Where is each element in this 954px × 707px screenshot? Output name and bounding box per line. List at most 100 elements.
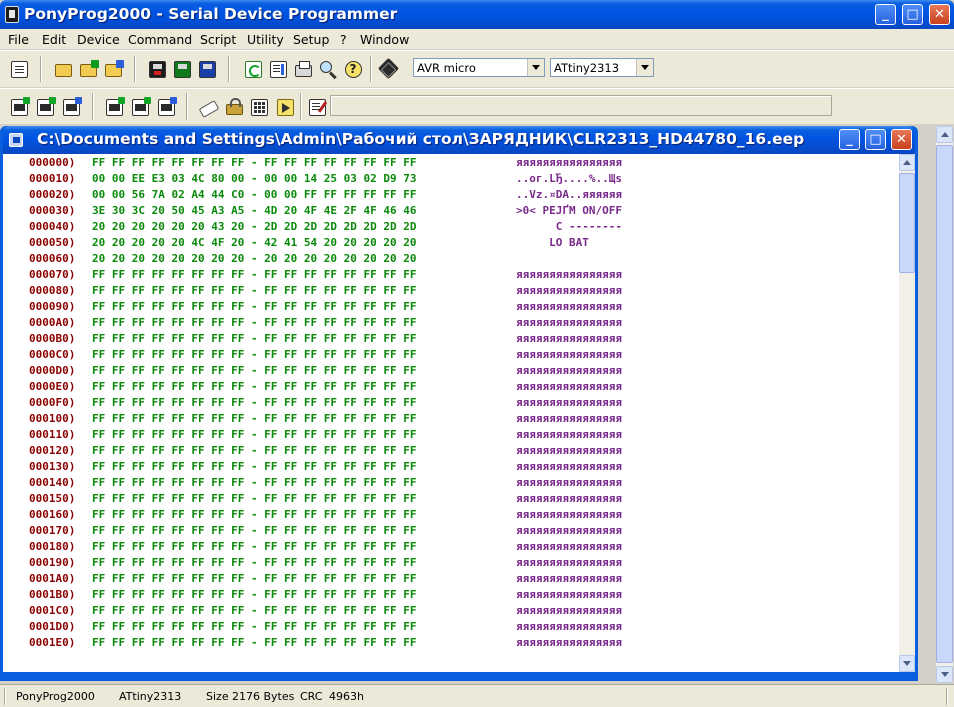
save-data-file-button[interactable] — [196, 58, 218, 80]
scroll-down-button[interactable] — [899, 655, 915, 672]
hex-row-bytes[interactable]: FF FF FF FF FF FF FF FF - FF FF FF FF FF… — [92, 492, 417, 505]
close-button[interactable]: ✕ — [929, 4, 950, 25]
hex-row-bytes[interactable]: FF FF FF FF FF FF FF FF - FF FF FF FF FF… — [92, 332, 417, 345]
read-data-button[interactable] — [60, 96, 82, 118]
hex-row-ascii[interactable]: яяяяяяяяяяяяяяяя — [516, 300, 622, 313]
hex-row-ascii[interactable]: яяяяяяяяяяяяяяяя — [516, 492, 622, 505]
hex-row-bytes[interactable]: FF FF FF FF FF FF FF FF - FF FF FF FF FF… — [92, 348, 417, 361]
hex-row-ascii[interactable]: ..ог.LЂ....%..Щs — [516, 172, 622, 185]
device-family-select[interactable]: AVR micro — [413, 58, 545, 77]
hex-row-bytes[interactable]: FF FF FF FF FF FF FF FF - FF FF FF FF FF… — [92, 524, 417, 537]
workspace-scroll-up-button[interactable] — [936, 126, 953, 143]
main-title-bar[interactable]: PonyProg2000 - Serial Device Programmer … — [0, 0, 954, 29]
hex-row-ascii[interactable]: яяяяяяяяяяяяяяяя — [516, 636, 622, 649]
hex-row-bytes[interactable]: FF FF FF FF FF FF FF FF - FF FF FF FF FF… — [92, 508, 417, 521]
document-close-button[interactable]: ✕ — [891, 129, 912, 150]
scroll-up-button[interactable] — [899, 154, 915, 171]
hex-row-ascii[interactable]: яяяяяяяяяяяяяяяя — [516, 572, 622, 585]
hex-row-ascii[interactable]: яяяяяяяяяяяяяяяя — [516, 396, 622, 409]
hex-row-bytes[interactable]: FF FF FF FF FF FF FF FF - FF FF FF FF FF… — [92, 300, 417, 313]
hex-row-bytes[interactable]: FF FF FF FF FF FF FF FF - FF FF FF FF FF… — [92, 556, 417, 569]
hex-row-ascii[interactable]: яяяяяяяяяяяяяяяя — [516, 412, 622, 425]
write-all-button[interactable] — [103, 96, 125, 118]
print-button[interactable] — [292, 58, 314, 80]
hex-row-bytes[interactable]: FF FF FF FF FF FF FF FF - FF FF FF FF FF… — [92, 364, 417, 377]
hex-row-ascii[interactable]: яяяяяяяяяяяяяяяя — [516, 588, 622, 601]
hex-row-ascii[interactable]: >0< PEЈҐM ON/OFF — [516, 204, 622, 217]
workspace-vertical-scrollbar[interactable] — [936, 126, 953, 683]
hex-row-ascii[interactable]: яяяяяяяяяяяяяяяя — [516, 508, 622, 521]
hex-row-bytes[interactable]: FF FF FF FF FF FF FF FF - FF FF FF FF FF… — [92, 604, 417, 617]
edit-buffer-button[interactable] — [267, 58, 289, 80]
save-program-file-button[interactable] — [171, 58, 193, 80]
device-chip-button[interactable] — [377, 57, 399, 79]
menu-device[interactable]: Device — [77, 32, 120, 47]
hex-row-bytes[interactable]: 00 00 56 7A 02 A4 44 C0 - 00 00 FF FF FF… — [92, 188, 417, 201]
hex-row-ascii[interactable]: яяяяяяяяяяяяяяяя — [516, 332, 622, 345]
menu-edit[interactable]: Edit — [42, 32, 66, 47]
hex-row-ascii[interactable]: яяяяяяяяяяяяяяяя — [516, 524, 622, 537]
hex-row-bytes[interactable]: FF FF FF FF FF FF FF FF - FF FF FF FF FF… — [92, 156, 417, 169]
hex-row-ascii[interactable]: яяяяяяяяяяяяяяяя — [516, 556, 622, 569]
hex-row-ascii[interactable] — [516, 252, 622, 265]
script-edit-button[interactable] — [306, 96, 328, 118]
hex-row-ascii[interactable]: яяяяяяяяяяяяяяяя — [516, 540, 622, 553]
app-chip-icon[interactable] — [5, 6, 19, 23]
write-data-button[interactable] — [155, 96, 177, 118]
hex-row-ascii[interactable]: яяяяяяяяяяяяяяяя — [516, 460, 622, 473]
hex-row-bytes[interactable]: 20 20 20 20 20 20 43 20 - 2D 2D 2D 2D 2D… — [92, 220, 417, 233]
config-bits-button[interactable] — [248, 96, 270, 118]
menu-window[interactable]: Window — [360, 32, 409, 47]
hex-row-ascii[interactable]: яяяяяяяяяяяяяяяя — [516, 316, 622, 329]
hex-row-bytes[interactable]: FF FF FF FF FF FF FF FF - FF FF FF FF FF… — [92, 540, 417, 553]
hex-row-bytes[interactable]: FF FF FF FF FF FF FF FF - FF FF FF FF FF… — [92, 460, 417, 473]
hex-row-bytes[interactable]: 20 20 20 20 20 4C 4F 20 - 42 41 54 20 20… — [92, 236, 417, 249]
write-program-button[interactable] — [129, 96, 151, 118]
hex-row-bytes[interactable]: FF FF FF FF FF FF FF FF - FF FF FF FF FF… — [92, 412, 417, 425]
hex-row-ascii[interactable]: яяяяяяяяяяяяяяяя — [516, 364, 622, 377]
save-file-button[interactable] — [146, 58, 168, 80]
new-file-button[interactable] — [8, 58, 30, 80]
security-bits-button[interactable] — [223, 96, 245, 118]
menu-script[interactable]: Script — [200, 32, 236, 47]
hex-row-bytes[interactable]: 00 00 EE E3 03 4C 80 00 - 00 00 14 25 03… — [92, 172, 417, 185]
hex-row-bytes[interactable]: FF FF FF FF FF FF FF FF - FF FF FF FF FF… — [92, 380, 417, 393]
hex-row-ascii[interactable]: яяяяяяяяяяяяяяяя — [516, 156, 622, 169]
hex-row-bytes[interactable]: FF FF FF FF FF FF FF FF - FF FF FF FF FF… — [92, 396, 417, 409]
hex-row-ascii[interactable]: LO BAT — [516, 236, 622, 249]
program-button[interactable] — [274, 96, 296, 118]
hex-row-bytes[interactable]: FF FF FF FF FF FF FF FF - FF FF FF FF FF… — [92, 636, 417, 649]
hex-row-bytes[interactable]: FF FF FF FF FF FF FF FF - FF FF FF FF FF… — [92, 572, 417, 585]
hex-row-ascii[interactable]: яяяяяяяяяяяяяяяя — [516, 604, 622, 617]
help-button[interactable]: ? — [342, 58, 364, 80]
hex-editor-pane[interactable]: 000000) FF FF FF FF FF FF FF FF - FF FF F… — [3, 154, 899, 672]
hex-row-ascii[interactable]: яяяяяяяяяяяяяяяя — [516, 428, 622, 441]
hex-row-bytes[interactable]: FF FF FF FF FF FF FF FF - FF FF FF FF FF… — [92, 476, 417, 489]
open-file-button[interactable] — [52, 58, 74, 80]
hex-row-ascii[interactable]: яяяяяяяяяяяяяяяя — [516, 268, 622, 281]
maximize-button[interactable]: □ — [902, 4, 923, 25]
erase-button[interactable] — [198, 96, 220, 118]
hex-row-bytes[interactable]: FF FF FF FF FF FF FF FF - FF FF FF FF FF… — [92, 428, 417, 441]
document-minimize-button[interactable]: _ — [839, 129, 860, 150]
hex-row-bytes[interactable]: FF FF FF FF FF FF FF FF - FF FF FF FF FF… — [92, 316, 417, 329]
hex-row-bytes[interactable]: FF FF FF FF FF FF FF FF - FF FF FF FF FF… — [92, 268, 417, 281]
menu-help[interactable]: ? — [340, 32, 347, 47]
scroll-thumb[interactable] — [899, 173, 915, 273]
minimize-button[interactable]: _ — [875, 4, 896, 25]
hex-row-bytes[interactable]: FF FF FF FF FF FF FF FF - FF FF FF FF FF… — [92, 620, 417, 633]
workspace-scroll-down-button[interactable] — [936, 666, 953, 683]
hex-row-ascii[interactable]: яяяяяяяяяяяяяяяя — [516, 444, 622, 457]
menu-utility[interactable]: Utility — [247, 32, 284, 47]
read-program-button[interactable] — [34, 96, 56, 118]
document-maximize-button[interactable]: □ — [865, 129, 886, 150]
find-button[interactable] — [317, 58, 339, 80]
hex-row-ascii[interactable]: яяяяяяяяяяяяяяяя — [516, 348, 622, 361]
device-type-dropdown-arrow[interactable] — [636, 59, 653, 76]
menu-command[interactable]: Command — [128, 32, 192, 47]
read-all-button[interactable] — [8, 96, 30, 118]
menu-file[interactable]: File — [8, 32, 29, 47]
hex-row-ascii[interactable]: яяяяяяяяяяяяяяяя — [516, 476, 622, 489]
hex-row-ascii[interactable]: C -------- — [516, 220, 622, 233]
workspace-scroll-thumb[interactable] — [936, 145, 953, 663]
